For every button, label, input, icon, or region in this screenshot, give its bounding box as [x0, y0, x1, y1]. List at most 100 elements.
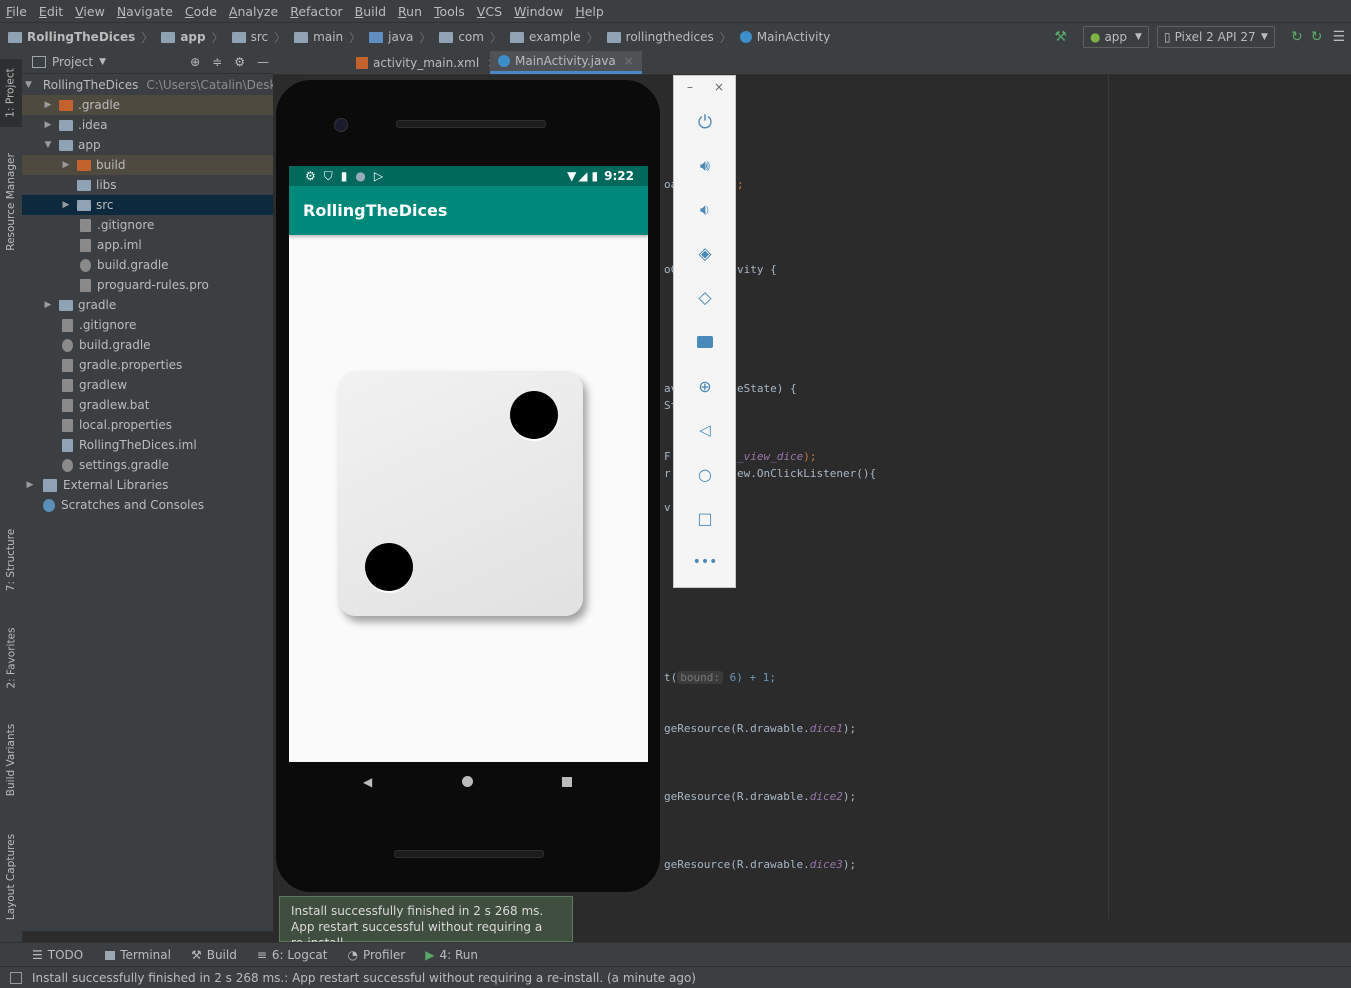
tool-tab-structure[interactable]: 7: Structure	[0, 521, 22, 599]
notification-line: Install successfully finished in 2 s 268…	[291, 904, 544, 918]
status-icon[interactable]	[10, 971, 22, 984]
tree-item-gradlew[interactable]: gradlew	[22, 375, 273, 395]
tree-item-libs[interactable]: libs	[22, 175, 273, 195]
tree-item-app-build-gradle[interactable]: build.gradle	[22, 255, 273, 275]
notification-balloon[interactable]: Install successfully finished in 2 s 268…	[279, 896, 573, 950]
tree-item-gitignore[interactable]: .gitignore	[22, 315, 273, 335]
android-back-icon[interactable]: ◀	[363, 775, 372, 789]
volume-down-icon[interactable]: 🔉︎	[691, 196, 719, 224]
shield-icon: ⛉	[323, 168, 333, 183]
tool-tab-favorites[interactable]: 2: Favorites	[0, 618, 22, 698]
android-home-icon[interactable]	[462, 776, 473, 787]
tool-tab-layout-captures[interactable]: Layout Captures	[0, 829, 22, 925]
overview-icon[interactable]: □	[691, 504, 719, 532]
tree-item-gradle-properties[interactable]: gradle.properties	[22, 355, 273, 375]
tree-item-src[interactable]: ▶ src	[22, 195, 273, 215]
breadcrumb-java[interactable]: java 〉	[369, 29, 431, 46]
code-line: geResource(R.drawable.dice3);	[664, 858, 857, 871]
breadcrumb-project[interactable]: RollingTheDices 〉	[8, 29, 153, 46]
breadcrumb-com[interactable]: com 〉	[439, 29, 502, 46]
screenshot-icon[interactable]	[691, 328, 719, 356]
breadcrumb-main[interactable]: main 〉	[294, 29, 361, 46]
project-view-select[interactable]: Project	[52, 55, 93, 69]
back-icon[interactable]: ◁	[691, 416, 719, 444]
tab-activity-main-xml[interactable]: activity_main.xml ×	[348, 51, 505, 74]
tree-item-build-gradle[interactable]: build.gradle	[22, 335, 273, 355]
tree-item-gradlew-bat[interactable]: gradlew.bat	[22, 395, 273, 415]
tree-item-app[interactable]: ▼ app	[22, 135, 273, 155]
tool-tab-build[interactable]: ⚒ Build	[191, 948, 237, 962]
tool-tab-terminal[interactable]: Terminal	[105, 948, 171, 962]
chevron-down-icon[interactable]: ▼	[99, 57, 106, 67]
menu-analyze[interactable]: Analyze	[223, 4, 284, 19]
menu-code[interactable]: Code	[179, 4, 223, 19]
hide-icon[interactable]: —	[257, 55, 269, 69]
menu-lines-icon[interactable]: ☰	[1332, 29, 1345, 45]
rotate-left-icon[interactable]: ◈	[691, 240, 719, 268]
tree-item-gradle[interactable]: ▶ gradle	[22, 295, 273, 315]
tree-item-idea[interactable]: ▶ .idea	[22, 115, 273, 135]
tree-item-root[interactable]: ▼ RollingTheDices C:\Users\Catalin\Deskt…	[22, 75, 296, 95]
tree-item-app-iml[interactable]: app.iml	[22, 235, 273, 255]
close-icon[interactable]: ×	[624, 54, 634, 68]
menu-run[interactable]: Run	[392, 4, 428, 19]
device-label: Pixel 2 API 27	[1174, 30, 1256, 44]
breadcrumb-package[interactable]: rollingthedices 〉	[606, 29, 732, 46]
rotate-right-icon[interactable]: ◇	[691, 284, 719, 312]
menu-view[interactable]: View	[69, 4, 111, 19]
menu-window[interactable]: Window	[508, 4, 569, 19]
terminal-icon	[105, 950, 116, 960]
menu-edit[interactable]: Edit	[33, 4, 69, 19]
android-status-bar: ⚙ ⛉ ▮ ● ▷ ▼ ◢ ▮ 9:22	[289, 166, 648, 186]
tree-item-scratches[interactable]: Scratches and Consoles	[22, 495, 273, 515]
zoom-icon[interactable]: ⊕	[691, 372, 719, 400]
menu-refactor[interactable]: Refactor	[284, 4, 348, 19]
tool-tab-run[interactable]: ▶ 4: Run	[425, 948, 478, 962]
menu-file[interactable]: File	[0, 4, 33, 19]
tree-item-external-libraries[interactable]: ▶ External Libraries	[22, 475, 273, 495]
gear-icon[interactable]: ⚙	[234, 55, 245, 69]
tree-item-gradle-dir[interactable]: ▶ .gradle	[22, 95, 273, 115]
tree-item-root-iml[interactable]: RollingTheDices.iml	[22, 435, 273, 455]
minimize-icon[interactable]: –	[687, 80, 693, 94]
tool-tab-logcat[interactable]: ≡ 6: Logcat	[257, 948, 328, 962]
volume-up-icon[interactable]: 🔊︎	[691, 152, 719, 180]
breadcrumb-src[interactable]: src 〉	[231, 29, 286, 46]
tool-tab-build-variants[interactable]: Build Variants	[0, 715, 22, 805]
tree-item-build-dir[interactable]: ▶ build	[22, 155, 273, 175]
device-select[interactable]: ▯ Pixel 2 API 27 ▼	[1156, 26, 1275, 48]
tool-tab-todo[interactable]: ☰ TODO	[32, 948, 83, 962]
tool-tab-profiler[interactable]: ◔ Profiler	[348, 948, 406, 962]
tree-item-proguard[interactable]: proguard-rules.pro	[22, 275, 273, 295]
apply-changes-icon[interactable]: ↻	[1291, 29, 1303, 45]
bottom-tool-bar: ☰ TODO Terminal ⚒ Build ≡ 6: Logcat ◔ Profil…	[0, 942, 1351, 967]
menu-build[interactable]: Build	[349, 4, 392, 19]
code-line: ;	[737, 178, 744, 191]
menu-tools[interactable]: Tools	[428, 4, 471, 19]
power-icon[interactable]: ⏻	[691, 108, 719, 136]
status-message[interactable]: Install successfully finished in 2 s 268…	[32, 971, 696, 985]
breadcrumb-module[interactable]: app 〉	[161, 29, 224, 46]
menu-vcs[interactable]: VCS	[471, 4, 508, 19]
collapse-icon[interactable]: ≑	[212, 55, 222, 69]
tab-main-activity-java[interactable]: MainActivity.java ×	[490, 51, 642, 74]
locate-icon[interactable]: ⊕	[190, 55, 200, 69]
hammer-icon[interactable]: ⚒	[1054, 29, 1067, 45]
emulator-screen[interactable]: ⚙ ⛉ ▮ ● ▷ ▼ ◢ ▮ 9:22 RollingTheDices	[289, 166, 648, 762]
breadcrumb-class[interactable]: MainActivity	[739, 30, 830, 44]
dice-image[interactable]	[338, 371, 583, 616]
run-config-select[interactable]: ● app ▼	[1082, 26, 1149, 48]
close-icon[interactable]: ×	[714, 80, 724, 94]
home-icon[interactable]: ○	[691, 460, 719, 488]
android-overview-icon[interactable]	[562, 777, 572, 787]
apply-code-changes-icon[interactable]: ↻	[1311, 29, 1323, 45]
tool-tab-resource-manager[interactable]: Resource Manager	[0, 143, 22, 261]
menu-navigate[interactable]: Navigate	[111, 4, 179, 19]
tree-item-local-properties[interactable]: local.properties	[22, 415, 273, 435]
tree-item-app-gitignore[interactable]: .gitignore	[22, 215, 273, 235]
tool-tab-project[interactable]: 1: Project	[0, 59, 22, 127]
menu-help[interactable]: Help	[569, 4, 610, 19]
breadcrumb-example[interactable]: example 〉	[509, 29, 599, 46]
tree-item-settings-gradle[interactable]: settings.gradle	[22, 455, 273, 475]
more-icon[interactable]: •••	[691, 548, 719, 576]
